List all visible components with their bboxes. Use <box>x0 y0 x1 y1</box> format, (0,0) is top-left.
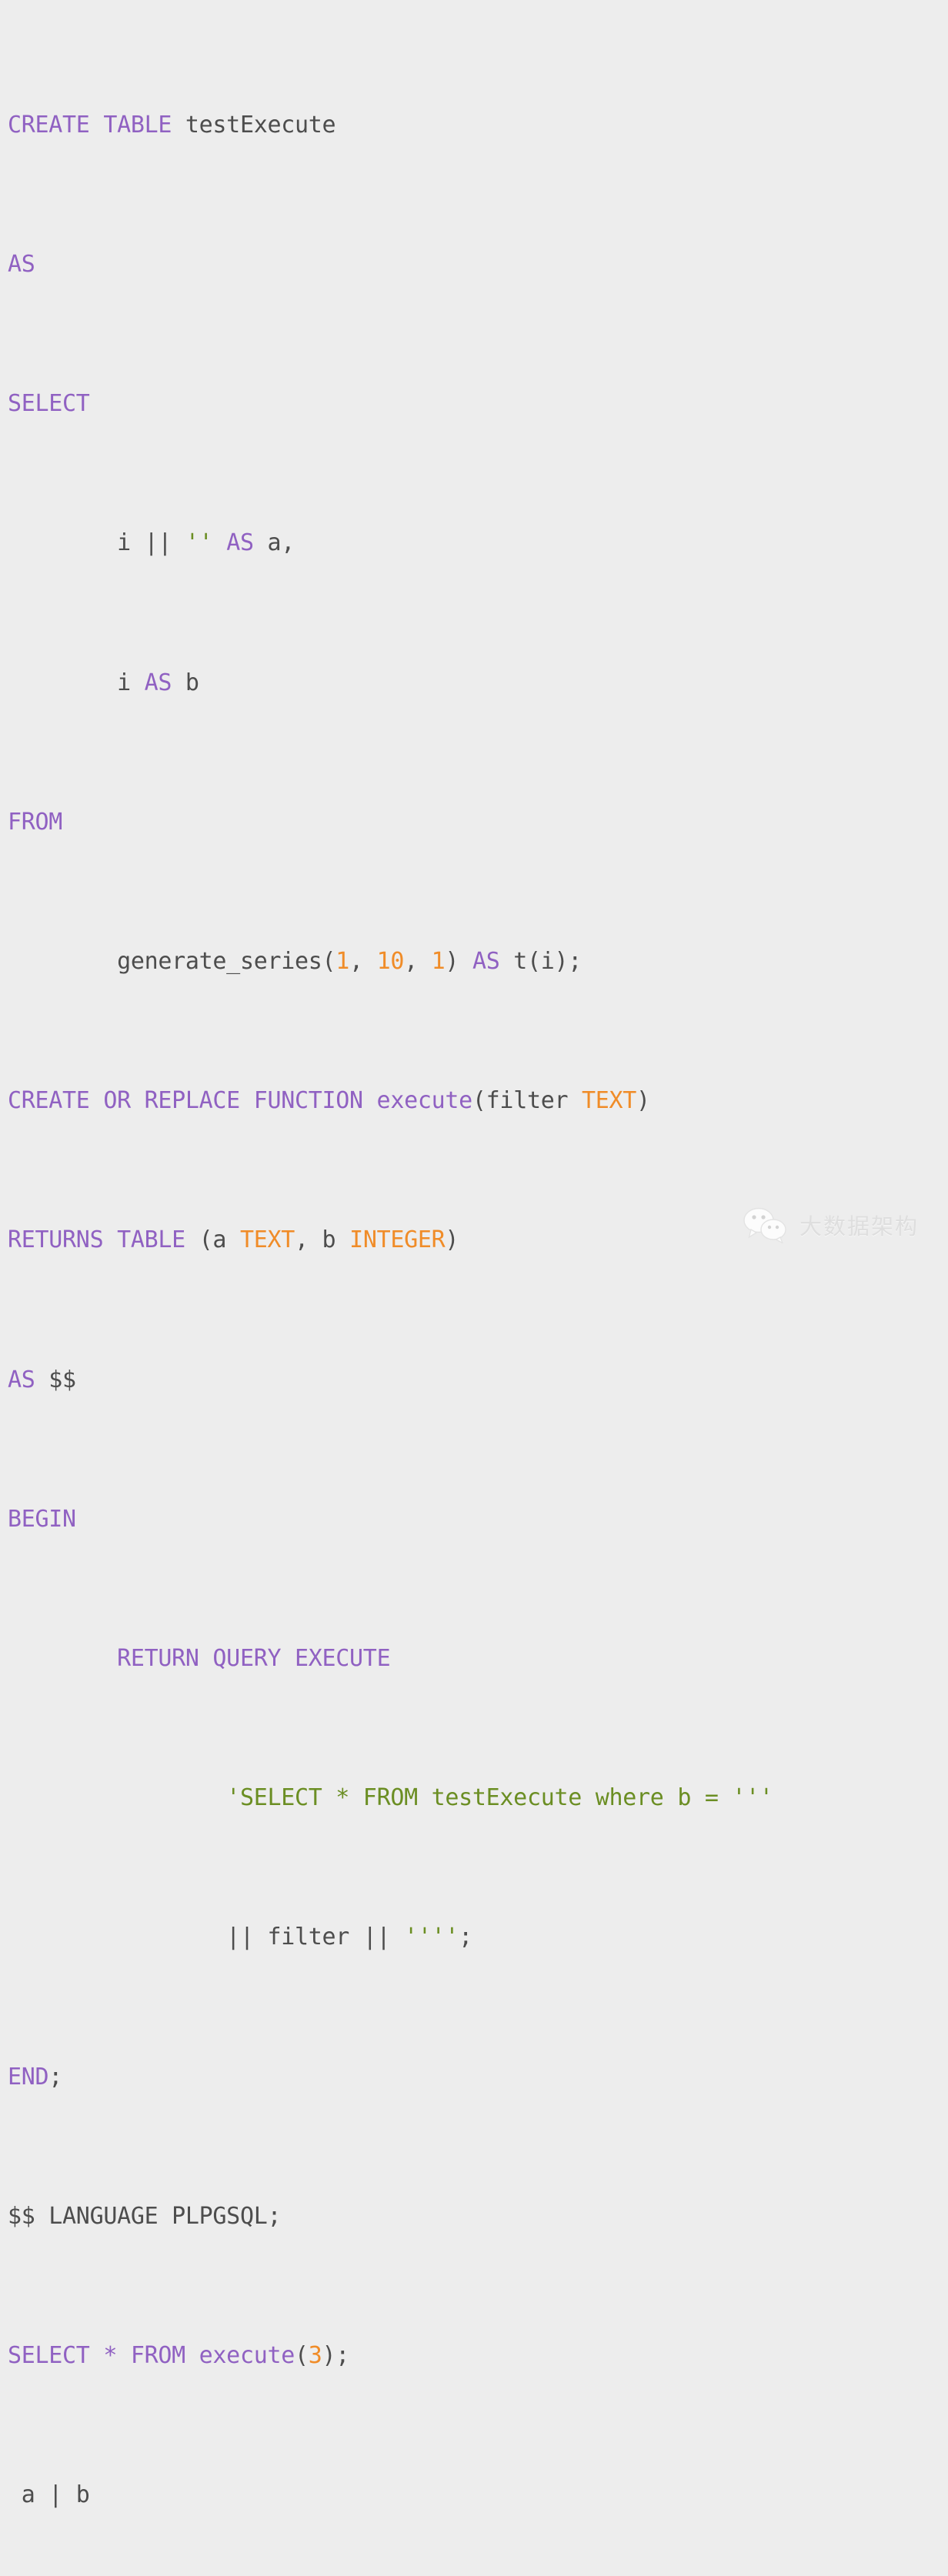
token-number: 1 <box>431 948 446 976</box>
token-plain: $$ LANGUAGE PLPGSQL; <box>8 2202 282 2230</box>
token-plain: ; <box>48 2063 63 2090</box>
code-line-select: SELECT <box>8 386 948 421</box>
token-string: '' <box>185 529 213 557</box>
token-number: 1 <box>335 948 350 976</box>
token-plain: a, <box>253 529 295 557</box>
token-keyword: SELECT <box>8 390 90 418</box>
token-plain: ( <box>295 2341 309 2369</box>
token-type: INTEGER <box>349 1226 446 1254</box>
token-plain: (filter <box>472 1087 582 1115</box>
token-keyword: FROM <box>8 808 63 836</box>
token-plain: ); <box>322 2341 350 2369</box>
token-plain: ) <box>636 1087 650 1115</box>
token-plain: ) <box>445 948 472 976</box>
token-plain: || filter || <box>8 1924 405 1951</box>
token-keyword: AS <box>212 529 254 557</box>
token-string: '''' <box>404 1924 459 1951</box>
token-keyword: RETURN QUERY EXECUTE <box>117 1644 391 1672</box>
code-line-as-dollar: AS $$ <box>8 1363 948 1397</box>
code-line-begin: BEGIN <box>8 1502 948 1537</box>
token-number: 3 <box>308 2341 322 2369</box>
token-keyword: AS <box>8 1366 35 1393</box>
token-number: 10 <box>376 948 405 976</box>
token-keyword: AS <box>8 251 35 279</box>
sql-code-block: CREATE TABLE testExecute AS SELECT i || … <box>0 0 948 2576</box>
token-keyword: RETURNS TABLE <box>8 1226 199 1254</box>
code-line-generate-series: generate_series(1, 10, 1) AS t(i); <box>8 944 948 979</box>
code-line-col-b: i AS b <box>8 666 948 700</box>
token-plain: ; <box>459 1924 472 1951</box>
token-string: 'SELECT * FROM testExecute where b = ''' <box>226 1784 773 1812</box>
token-plain: generate_series( <box>8 948 336 976</box>
token-identifier: testExecute <box>172 111 336 138</box>
token-plain: b <box>172 669 199 696</box>
token-plain: t(i); <box>499 948 582 976</box>
code-line-as: AS <box>8 247 948 282</box>
code-line-dynamic-sql: 'SELECT * FROM testExecute where b = ''' <box>8 1780 948 1815</box>
token-type: TEXT <box>239 1226 295 1254</box>
token-keyword: CREATE OR REPLACE FUNCTION execute <box>8 1087 472 1115</box>
code-line-language: $$ LANGUAGE PLPGSQL; <box>8 2199 948 2234</box>
token-type: TEXT <box>582 1087 637 1115</box>
code-line-end: END; <box>8 2060 948 2094</box>
token-plain: (a <box>199 1226 240 1254</box>
token-keyword: BEGIN <box>8 1505 76 1533</box>
token-plain: $$ <box>35 1366 76 1393</box>
token-keyword: AS <box>144 669 172 696</box>
code-line-concat-filter: || filter || ''''; <box>8 1920 948 1954</box>
token-plain: , <box>349 948 377 976</box>
code-line-returns-table: RETURNS TABLE (a TEXT, b INTEGER) <box>8 1223 948 1257</box>
code-line-create-table: CREATE TABLE testExecute <box>8 108 948 142</box>
token-keyword: AS <box>472 948 500 976</box>
token-plain: i || <box>8 529 185 557</box>
token-plain: i <box>8 669 145 696</box>
code-line-col-a: i || '' AS a, <box>8 526 948 560</box>
token-plain: , <box>404 948 432 976</box>
token-plain: ) <box>445 1226 459 1254</box>
code-line-create-function: CREATE OR REPLACE FUNCTION execute(filte… <box>8 1083 948 1118</box>
code-line-return-query: RETURN QUERY EXECUTE <box>8 1641 948 1676</box>
token-keyword: CREATE TABLE <box>8 111 172 138</box>
result-header-1: a | b <box>8 2481 90 2509</box>
token-plain: , b <box>295 1226 350 1254</box>
code-line-from: FROM <box>8 805 948 839</box>
code-line-call-safe: SELECT * FROM execute(3); <box>8 2338 948 2373</box>
token-keyword: SELECT * FROM execute <box>8 2341 295 2369</box>
token-keyword: END <box>8 2063 49 2090</box>
